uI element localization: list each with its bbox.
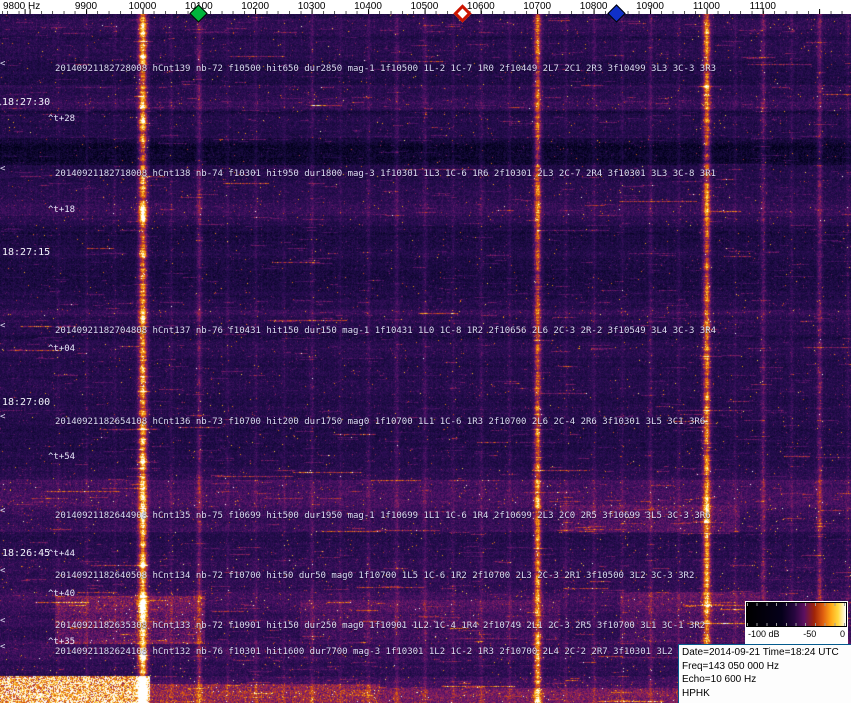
- frequency-tick-label: 10400: [354, 1, 382, 12]
- frequency-tick-label: 10500: [410, 1, 438, 12]
- frequency-tick-label: 11100: [750, 1, 776, 12]
- frequency-tick-label: 10200: [241, 1, 269, 12]
- meteor-echo-spectrogram-app: 9800 Hz990010000101001020010300104001050…: [0, 0, 851, 703]
- frequency-tick-label: 9900: [75, 1, 97, 12]
- legend-max-db-label: 0: [840, 629, 845, 639]
- frequency-tick-label: 10600: [467, 1, 495, 12]
- info-date-time: Date=2014-09-21 Time=18:24 UTC: [682, 646, 851, 660]
- legend-label-row: -100 dB -50 0: [746, 627, 847, 644]
- frequency-tick-label: 11000: [693, 1, 720, 12]
- spectrogram-canvas[interactable]: [0, 0, 851, 703]
- legend-min-db-label: -100 dB: [748, 629, 780, 639]
- color-scale-gradient-bar: [746, 602, 847, 627]
- info-frequency: Freq=143 050 000 Hz: [682, 660, 851, 674]
- frequency-tick-label: 10300: [298, 1, 326, 12]
- frequency-tick-label: 10900: [636, 1, 664, 12]
- legend-mid-db-label: -50: [803, 629, 816, 639]
- info-panel: Date=2014-09-21 Time=18:24 UTC Freq=143 …: [678, 644, 851, 703]
- legend-ticks-top: [747, 603, 846, 606]
- info-station-id: HPHK: [682, 687, 851, 701]
- frequency-ruler: 9800 Hz990010000101001020010300104001050…: [0, 0, 851, 14]
- color-scale-legend: -100 dB -50 0: [745, 601, 848, 645]
- frequency-tick-label: 9800 Hz: [3, 1, 40, 12]
- frequency-tick-label: 10700: [523, 1, 551, 12]
- frequency-tick-label: 10800: [580, 1, 608, 12]
- frequency-tick-label: 10000: [128, 1, 156, 12]
- legend-ticks-bottom: [747, 623, 846, 626]
- info-echo-frequency: Echo=10 600 Hz: [682, 673, 851, 687]
